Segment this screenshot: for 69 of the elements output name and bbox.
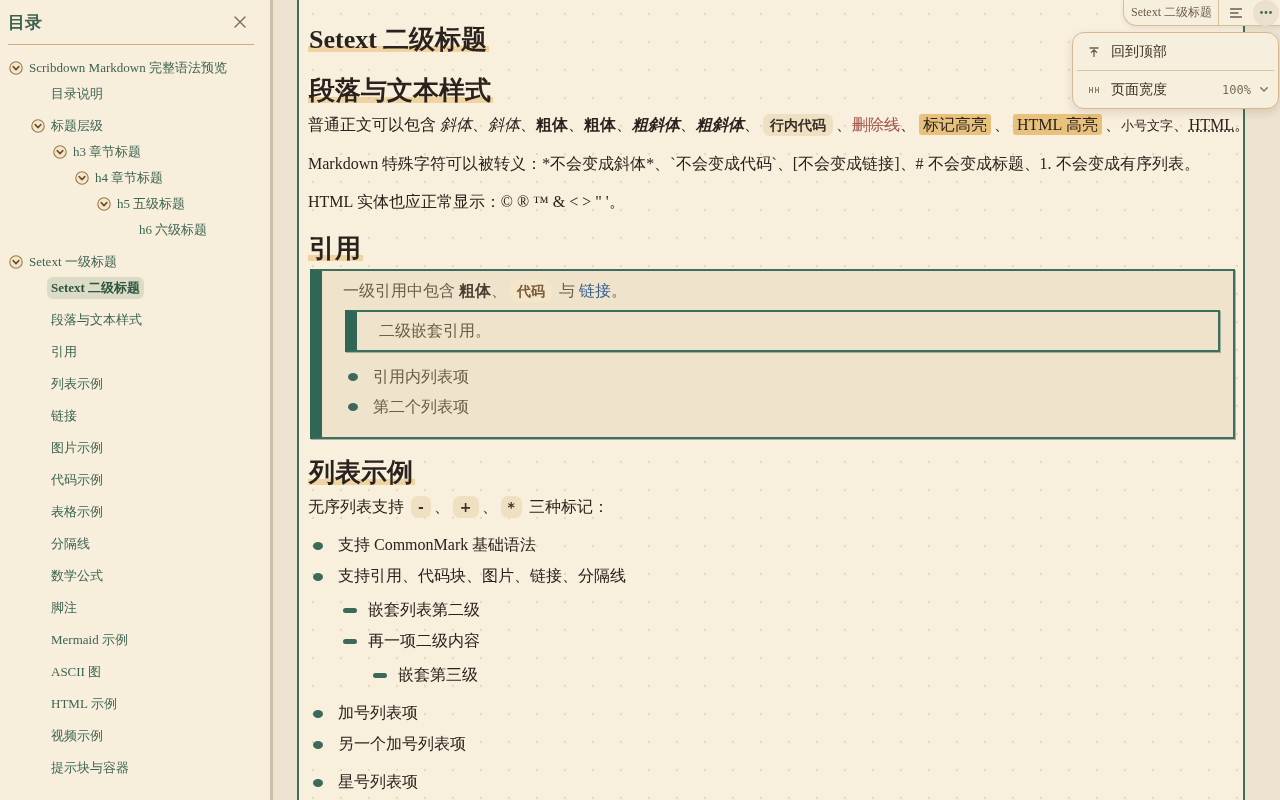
toc-item[interactable]: 链接 [47,405,81,427]
more-icon [1260,11,1272,14]
toc-item[interactable]: 引用 [47,341,81,363]
chevron-circle-icon[interactable] [31,119,45,133]
arrow-up-icon [1089,46,1099,57]
bullet-icon [348,373,358,381]
list-item: 再一项二级内容 [368,631,480,651]
width-icon [1089,84,1099,95]
toc-item[interactable]: 视频示例 [47,725,107,747]
list-item: 嵌套第三级 [398,665,478,685]
link[interactable]: 链接 [579,282,611,299]
toc-item[interactable]: 图片示例 [47,437,107,459]
chevron-circle-icon[interactable] [97,197,111,211]
paragraph: 无序列表支持 - 、 + 、 * 三种标记： [308,494,1235,520]
menu-item[interactable]: 回到顶部 [1073,33,1278,70]
dash-bullet-icon [343,639,357,644]
chevron-circle-icon[interactable] [9,61,23,75]
lines-icon [1230,7,1242,18]
toc-item[interactable]: ASCII 图 [47,661,106,683]
list-item: 引用内列表项 [373,366,469,387]
toc-item[interactable]: 分隔线 [47,533,94,555]
list-item: 嵌套列表第二级 [368,600,480,620]
toc-item[interactable]: 提示块与容器 [47,757,133,779]
toc-item[interactable]: h4 章节标题 [91,167,168,189]
toc-item[interactable]: 表格示例 [47,501,107,523]
toc-item[interactable]: Setext 二级标题 [47,277,145,299]
chevron-circle-icon[interactable] [53,145,67,159]
toc-item[interactable]: 代码示例 [47,469,107,491]
toc-item[interactable]: 段落与文本样式 [47,309,146,331]
more-button[interactable] [1253,0,1279,26]
toc-item[interactable]: 列表示例 [47,373,107,395]
list-item: 星号列表项 [338,772,418,792]
dash-bullet-icon [343,608,357,613]
sidebar-title: 目录 [8,11,42,34]
toc-item[interactable]: 脚注 [47,597,81,619]
chevron-circle-icon[interactable] [75,171,89,185]
paragraph: 一级引用中包含 粗体、 代码 与 链接。 [343,278,1220,304]
paragraph: 二级嵌套引用。 [379,321,492,341]
list-item: 加号列表项 [338,703,418,723]
toc-item[interactable]: 目录说明 [47,83,107,105]
bullet-icon [313,740,323,749]
caret-icon [1260,87,1268,92]
list-item: 另一个加号列表项 [338,734,466,754]
toc-item[interactable]: h6 六级标题 [135,219,212,241]
width-select[interactable]: 100% [1222,82,1268,97]
list-item: 支持引用、代码块、图片、链接、分隔线 [338,566,626,586]
toc-item[interactable]: 数学公式 [47,565,107,587]
toc-item[interactable]: Setext 一级标题 [25,251,121,273]
paragraph: Markdown 特殊字符可以被转义：*不会变成斜体*、`不会变成代码`、[不会变成链接]、# 不会变成标题、1. 不会变成有序列表。 [308,154,1201,174]
toc-item[interactable]: HTML 示例 [47,693,121,715]
chevron-circle-icon[interactable] [9,255,23,269]
toc-item[interactable]: Mermaid 示例 [47,629,132,651]
current-section-label: Setext 二级标题 [1131,4,1213,21]
toc-item[interactable]: h3 章节标题 [69,141,146,163]
paragraph: HTML 实体也应正常显示：© ® ™ & < > " '。 [308,192,626,212]
bullet-icon [313,572,323,581]
toc-item[interactable]: h5 五级标题 [113,193,190,215]
toc-item[interactable]: Scribdown Markdown 完整语法预览 [25,57,231,79]
bullet-icon [313,541,323,550]
bullet-icon [348,403,358,411]
toc-item[interactable]: 标题层级 [47,115,107,137]
list-item: 第二个列表项 [373,396,469,417]
menu-label: 页面宽度 [1111,80,1167,99]
bullet-icon [313,709,323,718]
close-icon [234,16,246,28]
bullet-icon [313,778,323,787]
list-item: 支持 CommonMark 基础语法 [338,535,537,555]
close-button[interactable] [234,16,246,28]
dash-bullet-icon [373,673,387,678]
